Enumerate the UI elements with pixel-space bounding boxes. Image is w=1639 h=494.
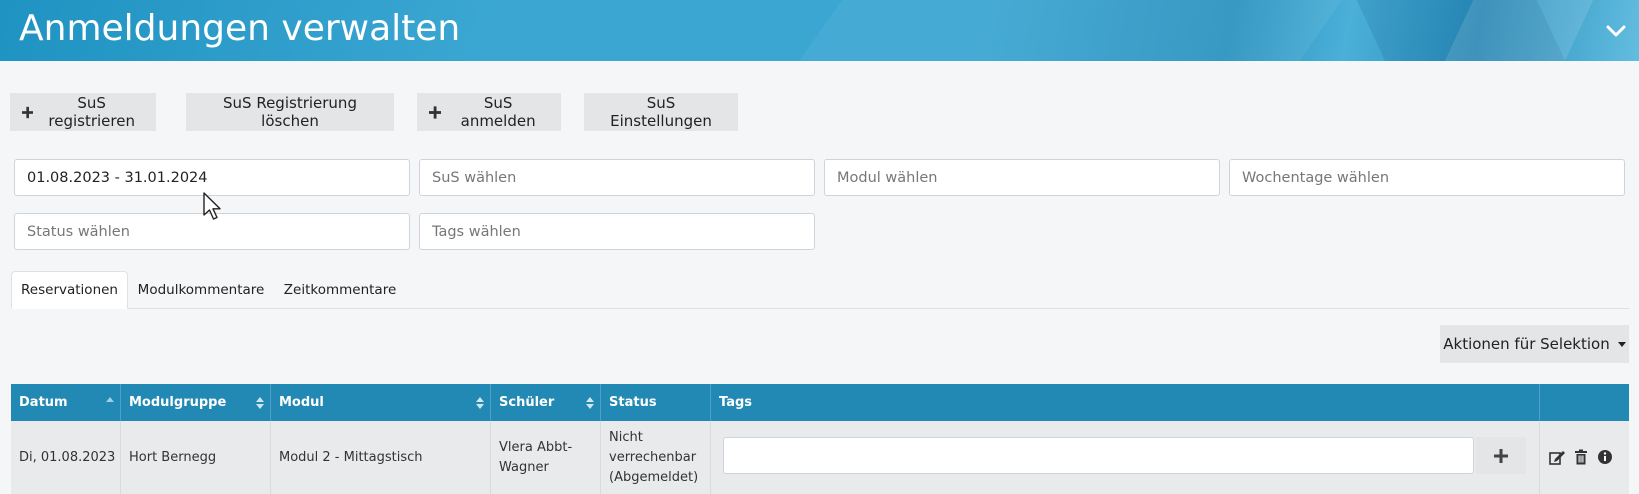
weekdays-select[interactable]: [1229, 159, 1625, 196]
plus-icon: [22, 106, 34, 118]
module-select-input[interactable]: [837, 169, 1207, 186]
plus-icon: [429, 105, 442, 119]
add-tag-button[interactable]: [1476, 437, 1526, 474]
enroll-students-label: SuS anmelden: [460, 94, 536, 130]
student-select[interactable]: [419, 159, 815, 196]
student-settings-label: SuS Einstellungen: [610, 94, 712, 130]
column-header-label: Modul: [279, 395, 324, 410]
column-header-datum[interactable]: Datum: [11, 384, 121, 421]
tab-reservationen[interactable]: Reservationen: [11, 271, 128, 309]
column-header-label: Tags: [719, 395, 753, 410]
enroll-students-button[interactable]: SuS anmelden: [417, 93, 561, 131]
sort-icon: [586, 397, 594, 409]
table-row[interactable]: Di, 01.08.2023 Hort Bernegg Modul 2 - Mi…: [11, 421, 1629, 494]
sort-asc-icon: [106, 397, 114, 402]
column-header-label: Datum: [19, 395, 68, 410]
delete-registration-label: SuS Registrierung löschen: [223, 94, 357, 130]
tag-input[interactable]: [723, 437, 1474, 474]
sort-icon: [476, 397, 484, 409]
plus-icon: [1494, 448, 1508, 463]
column-header-label: Schüler: [499, 395, 555, 410]
status-line: (Abgemeldet): [609, 470, 699, 485]
status-select-input[interactable]: [27, 223, 397, 240]
page-header: Anmeldungen verwalten: [0, 0, 1639, 61]
chevron-down-icon[interactable]: [1603, 18, 1629, 44]
register-students-label: SuS registrieren: [48, 94, 135, 130]
edit-icon[interactable]: [1549, 449, 1565, 465]
page-title: Anmeldungen verwalten: [19, 8, 461, 49]
status-line: verrechenbar: [609, 450, 697, 465]
column-header-modul[interactable]: Modul: [271, 384, 491, 421]
tab-modulkommentare[interactable]: Modulkommentare: [128, 271, 274, 309]
column-header-label: Status: [609, 395, 657, 410]
tab-zeitkommentare[interactable]: Zeitkommentare: [274, 271, 406, 309]
student-name-line: Vlera Abbt-: [499, 440, 573, 455]
tab-label: Zeitkommentare: [283, 282, 397, 298]
column-header-label: Modulgruppe: [129, 395, 227, 410]
tab-label: Modulkommentare: [137, 282, 265, 298]
cell-schueler: Vlera Abbt- Wagner: [491, 421, 601, 494]
student-select-input[interactable]: [432, 169, 802, 186]
cell-status: Nicht verrechenbar (Abgemeldet): [601, 421, 711, 494]
selection-actions-dropdown[interactable]: Aktionen für Selektion: [1440, 325, 1629, 363]
mouse-cursor-icon: [203, 192, 221, 220]
column-header-modulgruppe[interactable]: Modulgruppe: [121, 384, 271, 421]
column-header-actions: [1540, 384, 1629, 421]
selection-actions-label: Aktionen für Selektion: [1443, 335, 1610, 353]
date-range-field[interactable]: [14, 159, 410, 196]
caret-down-icon: [1617, 341, 1626, 347]
column-header-status: Status: [601, 384, 711, 421]
sort-icon: [256, 397, 264, 409]
header-decoration: [729, 0, 1371, 61]
tags-select[interactable]: [419, 213, 815, 250]
weekdays-select-input[interactable]: [1242, 169, 1612, 186]
student-settings-button[interactable]: SuS Einstellungen: [584, 93, 738, 131]
row-actions: [1549, 449, 1613, 465]
tags-select-input[interactable]: [432, 223, 802, 240]
table-header: Datum Modulgruppe Modul Schüler Status T…: [11, 384, 1629, 421]
delete-registration-button[interactable]: SuS Registrierung löschen: [186, 93, 394, 131]
module-select[interactable]: [824, 159, 1220, 196]
info-icon[interactable]: [1597, 449, 1613, 465]
student-name-line: Wagner: [499, 460, 549, 475]
status-line: Nicht: [609, 430, 643, 445]
trash-icon[interactable]: [1573, 449, 1589, 465]
register-students-button[interactable]: SuS registrieren: [10, 93, 156, 131]
date-range-input[interactable]: [27, 169, 397, 186]
cell-datum: Di, 01.08.2023: [11, 421, 121, 494]
column-header-schueler[interactable]: Schüler: [491, 384, 601, 421]
cell-modul: Modul 2 - Mittagstisch: [271, 421, 491, 494]
tab-label: Reservationen: [21, 282, 118, 298]
cell-modulgruppe: Hort Bernegg: [121, 421, 271, 494]
column-header-tags: Tags: [711, 384, 1540, 421]
